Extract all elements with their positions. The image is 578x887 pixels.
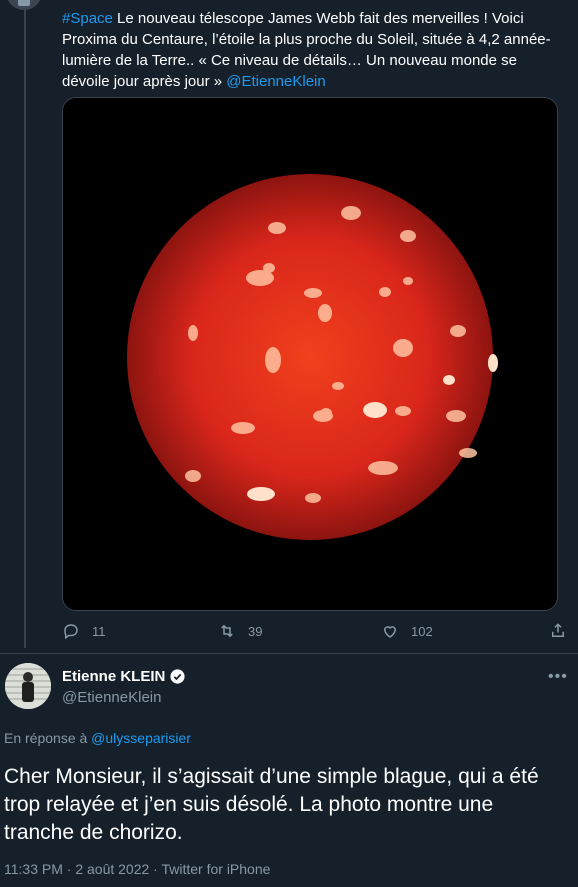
- share-action[interactable]: [549, 618, 578, 644]
- avatar[interactable]: [6, 0, 42, 10]
- retweet-icon: [221, 624, 233, 638]
- share-icon: [552, 623, 564, 637]
- reply-text: Cher Monsieur, il s’agissait d’une simpl…: [4, 765, 539, 844]
- retweet-count: 39: [248, 623, 263, 639]
- tweet-image[interactable]: [62, 97, 558, 611]
- hashtag-link[interactable]: #Space: [62, 10, 113, 27]
- more-icon[interactable]: •••: [548, 668, 568, 685]
- retweet-action[interactable]: 39: [218, 618, 262, 644]
- mention-link[interactable]: @EtienneKlein: [226, 73, 325, 90]
- author-name[interactable]: Etienne KLEIN: [62, 668, 186, 685]
- replying-prefix: En réponse à: [4, 730, 92, 746]
- display-name[interactable]: Etienne KLEIN: [62, 668, 165, 685]
- profile-photo: [5, 663, 51, 709]
- reply-icon: [64, 624, 78, 640]
- verified-badge-icon: [170, 669, 185, 684]
- tweet-actions: 11 39 102: [62, 618, 572, 644]
- chorizo-photo: [63, 98, 557, 610]
- replying-to: En réponse à @ulysseparisier: [4, 730, 191, 746]
- tweet-timestamp[interactable]: 11:33 PM · 2 août 2022 · Twitter for iPh…: [4, 861, 270, 877]
- divider: [0, 653, 578, 654]
- tweet-text: #Space Le nouveau télescope James Webb f…: [62, 8, 552, 92]
- like-icon: [383, 626, 397, 638]
- like-count: 102: [411, 623, 433, 639]
- like-action[interactable]: 102: [381, 618, 433, 644]
- reply-action[interactable]: 11: [62, 618, 106, 644]
- avatar[interactable]: [5, 663, 51, 709]
- thread-line: [24, 0, 26, 648]
- replying-to-link[interactable]: @ulysseparisier: [91, 730, 191, 746]
- author-handle[interactable]: @EtienneKlein: [62, 689, 161, 706]
- reply-count: 11: [92, 623, 106, 639]
